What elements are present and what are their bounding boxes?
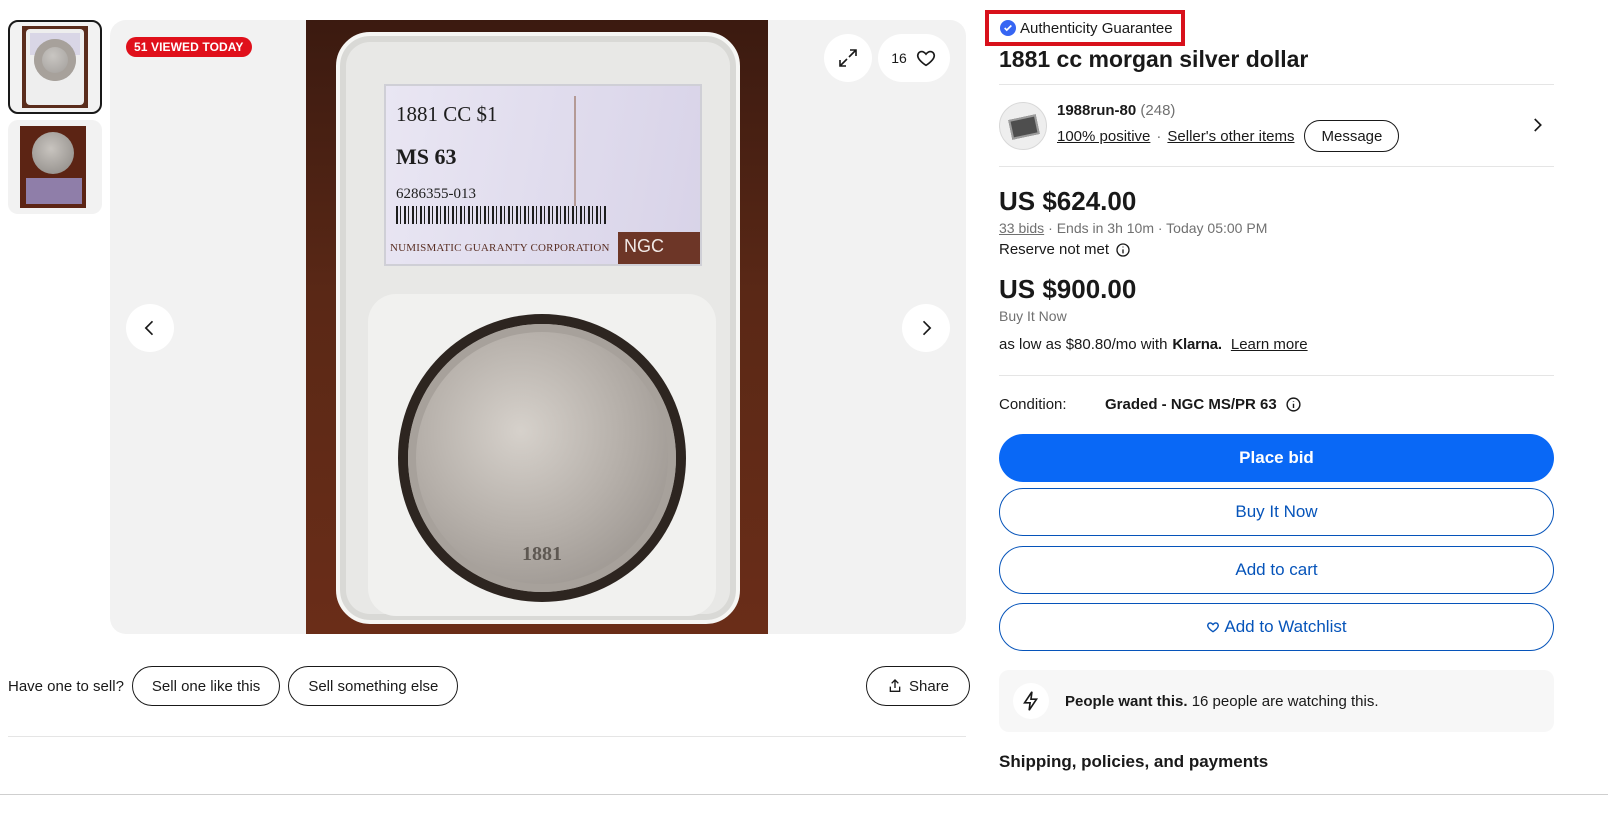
label-footer: NUMISMATIC GUARANTY CORPORATION <box>390 242 610 254</box>
lightning-icon <box>1013 683 1049 719</box>
reserve-label: Reserve not met <box>999 241 1110 258</box>
urgency-banner: People want this. 16 people are watching… <box>999 670 1554 732</box>
info-icon[interactable] <box>1285 396 1302 413</box>
authenticity-label: Authenticity Guarantee <box>1020 19 1173 37</box>
viewed-today-badge: 51 VIEWED TODAY <box>126 37 252 57</box>
add-to-watchlist-button[interactable]: Add to Watchlist <box>999 603 1554 651</box>
slab-thumbnail-image <box>22 26 88 108</box>
klarna-text: as low as $80.80/mo with <box>999 336 1168 353</box>
share-icon <box>889 679 901 692</box>
listing-title: 1881 cc morgan silver dollar <box>999 46 1309 72</box>
divider <box>999 84 1554 85</box>
sell-row: Have one to sell? Sell one like this Sel… <box>8 666 459 706</box>
buy-it-now-button[interactable]: Buy It Now <box>999 488 1554 536</box>
add-to-cart-button[interactable]: Add to cart <box>999 546 1554 594</box>
condition-label: Condition: <box>999 396 1067 413</box>
previous-image-button[interactable] <box>126 304 174 352</box>
shipping-heading[interactable]: Shipping, policies, and payments <box>999 752 1268 772</box>
sell-one-like-this-button[interactable]: Sell one like this <box>131 666 281 706</box>
thumbnail-list <box>8 20 104 220</box>
info-icon[interactable] <box>1115 242 1131 258</box>
thumbnail-2[interactable] <box>8 120 102 214</box>
coin-thumbnail-image <box>20 126 86 208</box>
label-cert: 6286355-013 <box>396 186 476 202</box>
thumbnail-1[interactable] <box>8 20 102 114</box>
coin-year: 1881 <box>522 543 562 565</box>
barcode <box>396 206 606 224</box>
divider <box>999 166 1554 167</box>
label-line1: 1881 CC $1 <box>396 102 498 126</box>
current-bid-price: US $624.00 <box>999 186 1137 216</box>
seller-feedback-count: (248) <box>1140 102 1176 119</box>
sell-something-else-button[interactable]: Sell something else <box>288 666 459 706</box>
klarna-logo: Klarna. <box>1172 336 1222 353</box>
divider <box>8 736 966 737</box>
seller-avatar[interactable] <box>999 102 1047 150</box>
condition-value: Graded - NGC MS/PR 63 <box>1105 396 1277 413</box>
ngc-logo: NGC <box>618 232 700 264</box>
scales-watermark <box>574 96 660 206</box>
heart-icon <box>1207 622 1220 633</box>
image-gallery: 1881 CC $1 MS 63 6286355-013 NUMISMATIC … <box>110 20 966 634</box>
watch-count: 16 <box>891 50 907 66</box>
heart-icon <box>916 50 935 67</box>
seller-other-items-link[interactable]: Seller's other items <box>1167 128 1294 145</box>
urgency-strong: People want this. <box>1065 692 1188 710</box>
share-button[interactable]: Share <box>866 666 971 706</box>
chevron-right-icon <box>1534 118 1542 132</box>
seller-name-line: 1988run-80 (248) <box>1057 102 1175 119</box>
sell-question: Have one to sell? <box>8 677 124 695</box>
authenticity-guarantee[interactable]: Authenticity Guarantee <box>985 10 1185 46</box>
bid-info: 33 bids · Ends in 3h 10m · Today 05:00 P… <box>999 220 1267 236</box>
urgency-text: People want this. 16 people are watching… <box>1065 693 1379 710</box>
coin-slab: 1881 CC $1 MS 63 6286355-013 NUMISMATIC … <box>336 32 740 624</box>
main-product-image[interactable]: 1881 CC $1 MS 63 6286355-013 NUMISMATIC … <box>306 20 768 634</box>
page-bottom-divider <box>0 794 1608 795</box>
klarna-financing: as low as $80.80/mo with Klarna. Learn m… <box>999 336 1308 353</box>
next-image-button[interactable] <box>902 304 950 352</box>
coin-well: 1881 <box>368 294 716 616</box>
divider <box>999 375 1554 376</box>
condition-row: Condition: Graded - NGC MS/PR 63 <box>999 396 1302 413</box>
seller-details-button[interactable] <box>1528 116 1546 139</box>
share-label: Share <box>909 677 950 695</box>
auction-end: · Ends in 3h 10m · Today 05:00 PM <box>1048 220 1268 236</box>
slab-label: 1881 CC $1 MS 63 6286355-013 NUMISMATIC … <box>384 84 702 266</box>
message-button[interactable]: Message <box>1304 120 1400 152</box>
add-to-watchlist-label: Add to Watchlist <box>1224 617 1347 636</box>
expand-icon <box>839 49 857 67</box>
place-bid-button[interactable]: Place bid <box>999 434 1554 482</box>
seller-links: 100% positive · Seller's other items Mes… <box>1057 120 1400 152</box>
chevron-left-icon <box>144 320 154 336</box>
verified-check-icon <box>1000 20 1016 36</box>
seller-name[interactable]: 1988run-80 <box>1057 102 1136 119</box>
watch-button[interactable]: 16 <box>878 34 950 82</box>
learn-more-link[interactable]: Learn more <box>1231 336 1308 353</box>
buy-it-now-price: US $900.00 <box>999 274 1137 304</box>
urgency-detail: 16 people are watching this. <box>1191 692 1379 710</box>
seller-positive-link[interactable]: 100% positive <box>1057 128 1150 145</box>
reserve-status: Reserve not met <box>999 241 1131 258</box>
buy-it-now-caption: Buy It Now <box>999 308 1067 324</box>
chevron-right-icon <box>922 320 932 336</box>
coin: 1881 <box>408 324 676 592</box>
expand-button[interactable] <box>824 34 872 82</box>
label-grade: MS 63 <box>396 144 457 169</box>
seller-card: 1988run-80 (248) 100% positive · Seller'… <box>999 100 1554 154</box>
bids-link[interactable]: 33 bids <box>999 220 1044 236</box>
